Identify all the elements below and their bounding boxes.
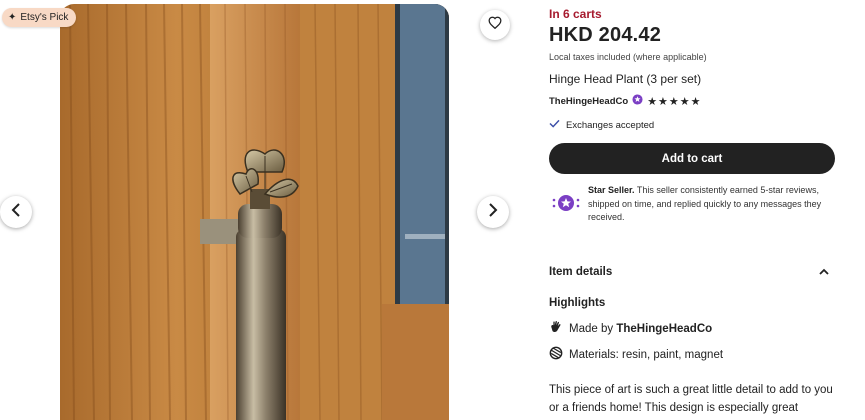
checkmark-icon xyxy=(549,119,560,131)
star-seller-text: Star Seller. This seller consistently ea… xyxy=(588,184,838,225)
rating-stars[interactable]: ★★★★★ xyxy=(647,95,701,108)
item-description: This piece of art is such a great little… xyxy=(549,384,833,414)
product-price: HKD 204.42 xyxy=(549,24,662,46)
item-details-title: Item details xyxy=(549,266,613,278)
materials-icon xyxy=(549,346,563,363)
shop-name-link[interactable]: TheHingeHeadCo xyxy=(549,96,628,107)
star-seller-label: Star Seller. xyxy=(588,185,635,195)
materials-text: Materials: resin, paint, magnet xyxy=(569,348,724,361)
made-by-shop-link[interactable]: TheHingeHeadCo xyxy=(616,323,712,335)
add-to-cart-button[interactable]: Add to cart xyxy=(549,143,835,174)
product-title: Hinge Head Plant (3 per set) xyxy=(549,72,702,86)
exchanges-row: Exchanges accepted xyxy=(549,119,654,131)
highlights-heading: Highlights xyxy=(549,297,606,309)
favorite-button[interactable] xyxy=(480,10,510,40)
previous-image-button[interactable] xyxy=(0,196,32,228)
product-image[interactable] xyxy=(60,4,449,420)
made-by-row: Made by TheHingeHeadCo xyxy=(549,320,712,337)
chevron-up-icon xyxy=(819,266,829,278)
star-badge-icon xyxy=(632,94,643,108)
hand-icon xyxy=(549,320,563,337)
materials-row: Materials: resin, paint, magnet xyxy=(549,346,723,363)
item-details-toggle[interactable]: Item details xyxy=(549,266,833,278)
exchanges-label: Exchanges accepted xyxy=(566,119,655,131)
star-seller-icon xyxy=(551,192,581,219)
in-carts-notice: In 6 carts xyxy=(549,7,602,21)
next-image-button[interactable] xyxy=(477,196,509,228)
taxes-note: Local taxes included (where applicable) xyxy=(549,52,707,62)
chevron-right-icon xyxy=(488,202,498,222)
made-by-prefix: Made by xyxy=(569,322,617,335)
badge-label: Etsy's Pick xyxy=(20,12,69,23)
chevron-left-icon xyxy=(11,202,21,222)
heart-icon xyxy=(488,16,502,34)
sparkle-icon: ✦ xyxy=(8,12,17,23)
shop-row: TheHingeHeadCo ★★★★★ xyxy=(549,94,702,108)
etsys-pick-badge: ✦ Etsy's Pick xyxy=(2,8,77,27)
